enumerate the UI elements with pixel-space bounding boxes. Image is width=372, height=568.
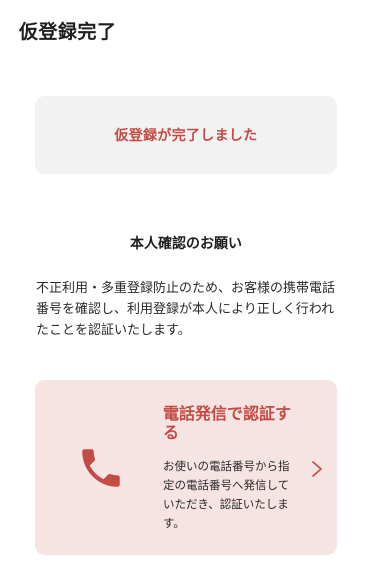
- status-box: 仮登録が完了しました: [35, 96, 337, 174]
- identity-description: 不正利用・多重登録防止のため、お客様の携帯電話番号を確認し、利用登録が本人により…: [36, 281, 336, 338]
- call-card-description: お使いの電話番号から指定の電話番号へ発信していただき、認証いたします。: [163, 459, 290, 530]
- chevron-right-icon: [312, 461, 322, 477]
- phone-icon: [82, 449, 120, 487]
- call-card-title: 電話発信で認証する: [163, 404, 292, 442]
- phone-call-verification-button[interactable]: 電話発信で認証する お使いの電話番号から指定の電話番号へ発信していただき、認証い…: [35, 380, 337, 555]
- identity-heading: 本人確認のお願い: [130, 236, 242, 252]
- page-title: 仮登録完了: [19, 21, 117, 43]
- status-message: 仮登録が完了しました: [114, 128, 258, 144]
